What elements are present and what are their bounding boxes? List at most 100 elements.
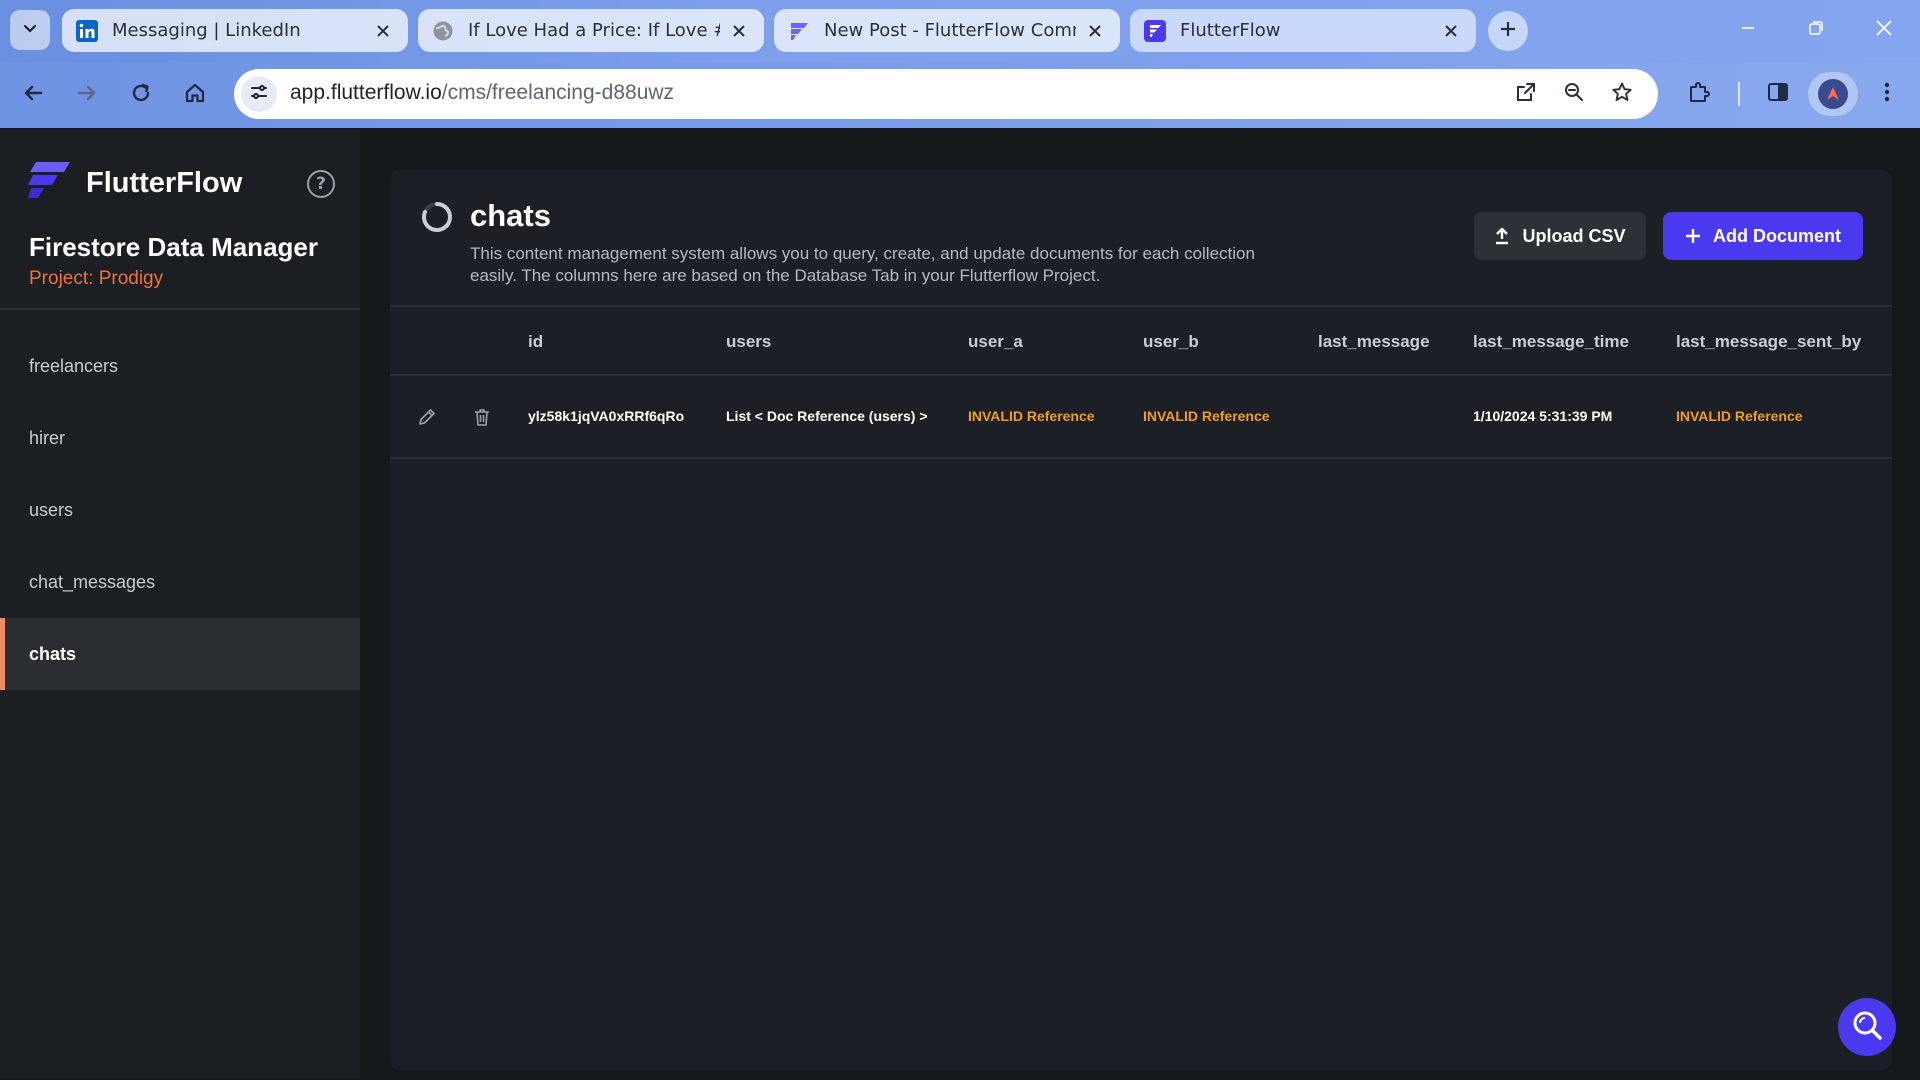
minimize-button[interactable] <box>1724 10 1772 50</box>
close-icon[interactable] <box>728 20 750 42</box>
new-tab-button[interactable] <box>1488 11 1528 51</box>
cell-last-message-time[interactable]: 1/10/2024 5:31:39 PM <box>1473 408 1612 424</box>
address-bar[interactable]: app.flutterflow.io/cms/freelancing-d88uw… <box>234 69 1658 119</box>
close-icon[interactable] <box>372 20 394 42</box>
close-icon[interactable] <box>1440 20 1462 42</box>
reload-icon <box>130 82 152 108</box>
search-icon <box>1850 1008 1884 1046</box>
table-row-divider <box>390 457 1892 459</box>
more-vert-icon <box>1883 80 1891 108</box>
site-info-button[interactable] <box>241 76 277 112</box>
extensions-button[interactable] <box>1679 74 1719 114</box>
open-external-icon <box>1515 81 1537 107</box>
browser-tab-if-love[interactable]: If Love Had a Price: If Love #3 <box>418 9 764 52</box>
browser-tab-linkedin[interactable]: Messaging | LinkedIn <box>62 9 408 52</box>
arrow-right-icon <box>76 82 98 108</box>
table-top-divider <box>390 305 1892 307</box>
delete-icon[interactable] <box>471 406 493 428</box>
cell-user-a[interactable]: INVALID Reference <box>968 408 1095 424</box>
browser-tab-new-post[interactable]: New Post - FlutterFlow Commu <box>774 9 1120 52</box>
url-text[interactable]: app.flutterflow.io/cms/freelancing-d88uw… <box>290 81 674 105</box>
loading-spinner-icon <box>420 200 454 234</box>
tune-icon <box>249 82 269 106</box>
upload-csv-label: Upload CSV <box>1522 225 1626 246</box>
arrow-left-icon <box>22 82 44 108</box>
column-header-id[interactable]: id <box>528 332 543 352</box>
add-document-button[interactable]: Add Document <box>1663 212 1863 260</box>
home-icon <box>184 82 206 108</box>
column-header-user-b[interactable]: user_b <box>1143 332 1199 352</box>
cell-users[interactable]: List < Doc Reference (users) > <box>726 408 928 424</box>
url-host: app.flutterflow.io <box>290 81 442 104</box>
close-icon[interactable] <box>1084 20 1106 42</box>
project-name: Project: Prodigy <box>29 268 164 289</box>
linkedin-icon <box>76 19 98 42</box>
side-panel-button[interactable] <box>1758 74 1798 114</box>
sidebar-item-label: hirer <box>29 427 66 448</box>
window-close-button[interactable] <box>1860 10 1908 50</box>
tab-search-button[interactable] <box>10 10 50 50</box>
sidebar-title: Firestore Data Manager <box>29 232 318 262</box>
collection-list: freelancers hirer users chat_messages ch… <box>0 330 360 690</box>
sidebar-item-chats[interactable]: chats <box>0 618 360 690</box>
open-in-app-button[interactable] <box>1510 78 1542 110</box>
browser-tab-flutterflow[interactable]: FlutterFlow <box>1130 9 1476 52</box>
sidebar-item-freelancers[interactable]: freelancers <box>0 330 360 402</box>
avatar <box>1818 79 1848 109</box>
flutterflow-icon <box>788 20 810 42</box>
home-button[interactable] <box>174 74 216 116</box>
sidebar-item-label: chat_messages <box>29 571 156 592</box>
sidebar-item-label: users <box>29 499 74 520</box>
reload-button[interactable] <box>120 74 162 116</box>
column-header-last-message[interactable]: last_message <box>1318 332 1430 352</box>
plus-icon <box>1499 20 1517 42</box>
back-button[interactable] <box>12 74 54 116</box>
help-icon[interactable]: ? <box>307 170 335 198</box>
browser-menu-button[interactable] <box>1867 74 1907 114</box>
sidebar-item-label: freelancers <box>29 355 119 376</box>
browser-tabstrip: Messaging | LinkedIn If Love Had a Price… <box>0 0 1920 62</box>
collection-title: chats <box>470 198 551 233</box>
cell-user-b[interactable]: INVALID Reference <box>1143 408 1270 424</box>
profile-button[interactable] <box>1808 72 1858 116</box>
column-header-users[interactable]: users <box>726 332 771 352</box>
column-header-last-message-sent-by[interactable]: last_message_sent_by <box>1676 332 1861 352</box>
zoom-icon <box>1563 81 1585 107</box>
url-path: /cms/freelancing-d88uwz <box>441 81 675 104</box>
restore-button[interactable] <box>1792 10 1840 50</box>
close-icon <box>1875 19 1893 41</box>
puzzle-icon <box>1687 80 1711 108</box>
search-fab-button[interactable] <box>1838 998 1896 1056</box>
tab-title: Messaging | LinkedIn <box>112 20 301 41</box>
tab-title: New Post - FlutterFlow Commu <box>824 20 1076 41</box>
tab-title: If Love Had a Price: If Love #3 <box>468 20 720 41</box>
sidebar-item-users[interactable]: users <box>0 474 360 546</box>
flutterflow-icon <box>1144 19 1166 42</box>
upload-icon <box>1494 227 1510 245</box>
edit-icon[interactable] <box>416 406 438 428</box>
zoom-button[interactable] <box>1558 78 1590 110</box>
globe-icon <box>432 20 454 42</box>
sidebar-item-chat-messages[interactable]: chat_messages <box>0 546 360 618</box>
plus-icon <box>1685 228 1701 244</box>
brand: FlutterFlow <box>28 162 242 204</box>
minimize-icon <box>1740 20 1756 40</box>
star-icon <box>1611 81 1633 107</box>
column-header-user-a[interactable]: user_a <box>968 332 1023 352</box>
sidebar: FlutterFlow ? Firestore Data Manager Pro… <box>0 130 360 1078</box>
side-panel-icon <box>1766 80 1790 108</box>
cell-id[interactable]: ylz58k1jqVA0xRRf6qRo <box>528 408 684 424</box>
forward-button[interactable] <box>66 74 108 116</box>
sidebar-divider <box>0 308 360 310</box>
sidebar-item-hirer[interactable]: hirer <box>0 402 360 474</box>
cell-last-message-sent-by[interactable]: INVALID Reference <box>1676 408 1803 424</box>
upload-csv-button[interactable]: Upload CSV <box>1474 212 1646 260</box>
tab-title: FlutterFlow <box>1180 20 1281 41</box>
column-header-last-message-time[interactable]: last_message_time <box>1473 332 1629 352</box>
chevron-down-icon <box>21 19 39 41</box>
bookmark-button[interactable] <box>1606 78 1638 110</box>
brand-name: FlutterFlow <box>86 166 243 199</box>
toolbar-divider <box>1738 82 1740 106</box>
restore-icon <box>1808 20 1824 40</box>
table-header-divider <box>390 374 1892 376</box>
